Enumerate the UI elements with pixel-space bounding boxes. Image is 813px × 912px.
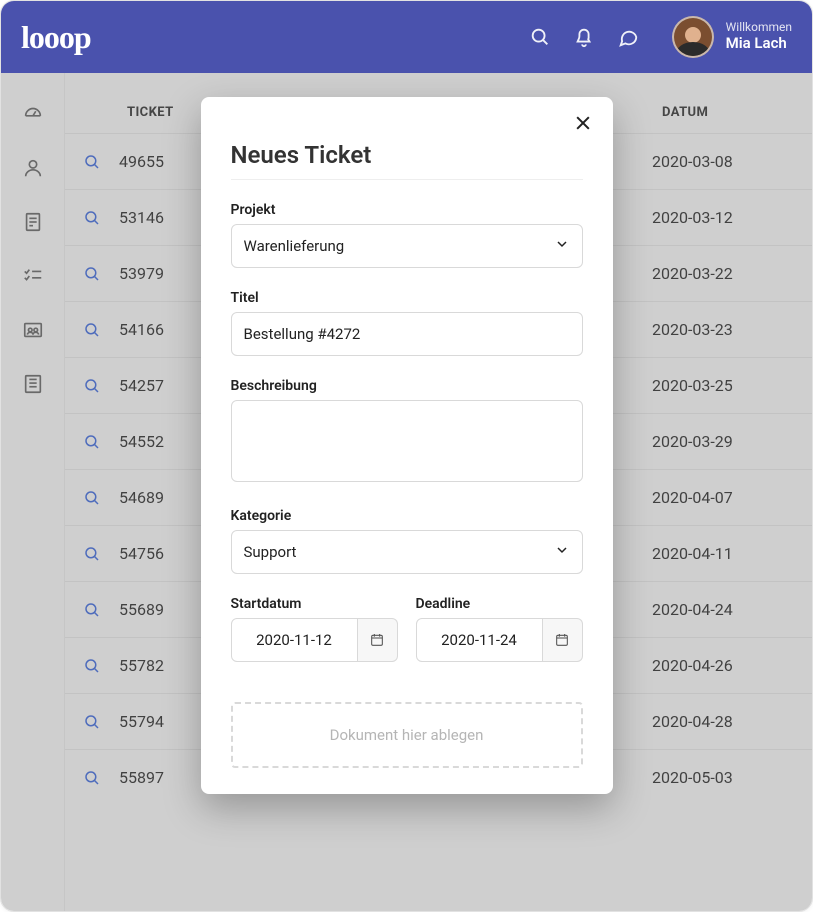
project-select[interactable]: Warenlieferung: [231, 224, 583, 268]
deadline-input[interactable]: [416, 618, 543, 662]
title-label: Titel: [231, 290, 583, 306]
notification-bell-icon[interactable]: [572, 25, 596, 49]
calendar-icon[interactable]: [543, 618, 583, 662]
project-select-value: Warenlieferung: [244, 237, 345, 255]
chevron-down-icon: [554, 236, 570, 256]
chat-icon[interactable]: [616, 25, 640, 49]
document-dropzone[interactable]: Dokument hier ablegen: [231, 702, 583, 768]
new-ticket-modal: Neues Ticket Projekt Warenlieferung Tite…: [201, 97, 613, 794]
topbar: looop Willkommen Mia Lach: [1, 1, 812, 73]
avatar: [672, 16, 714, 58]
user-menu[interactable]: Willkommen Mia Lach: [672, 16, 792, 58]
dropzone-label: Dokument hier ablegen: [330, 726, 484, 744]
modal-title: Neues Ticket: [231, 141, 583, 180]
startdate-label: Startdatum: [231, 596, 398, 612]
app-logo: looop: [21, 19, 91, 56]
calendar-icon[interactable]: [358, 618, 398, 662]
category-label: Kategorie: [231, 508, 583, 524]
category-select-value: Support: [244, 543, 297, 561]
startdate-input[interactable]: [231, 618, 358, 662]
chevron-down-icon: [554, 542, 570, 562]
title-input[interactable]: [231, 312, 583, 356]
search-icon[interactable]: [528, 25, 552, 49]
user-welcome-label: Willkommen: [726, 21, 792, 35]
deadline-label: Deadline: [416, 596, 583, 612]
app-window: looop Willkommen Mia Lach: [0, 0, 813, 912]
description-label: Beschreibung: [231, 378, 583, 394]
project-label: Projekt: [231, 202, 583, 218]
close-icon[interactable]: [571, 111, 595, 135]
description-textarea[interactable]: [231, 400, 583, 482]
category-select[interactable]: Support: [231, 530, 583, 574]
user-name: Mia Lach: [726, 35, 792, 52]
